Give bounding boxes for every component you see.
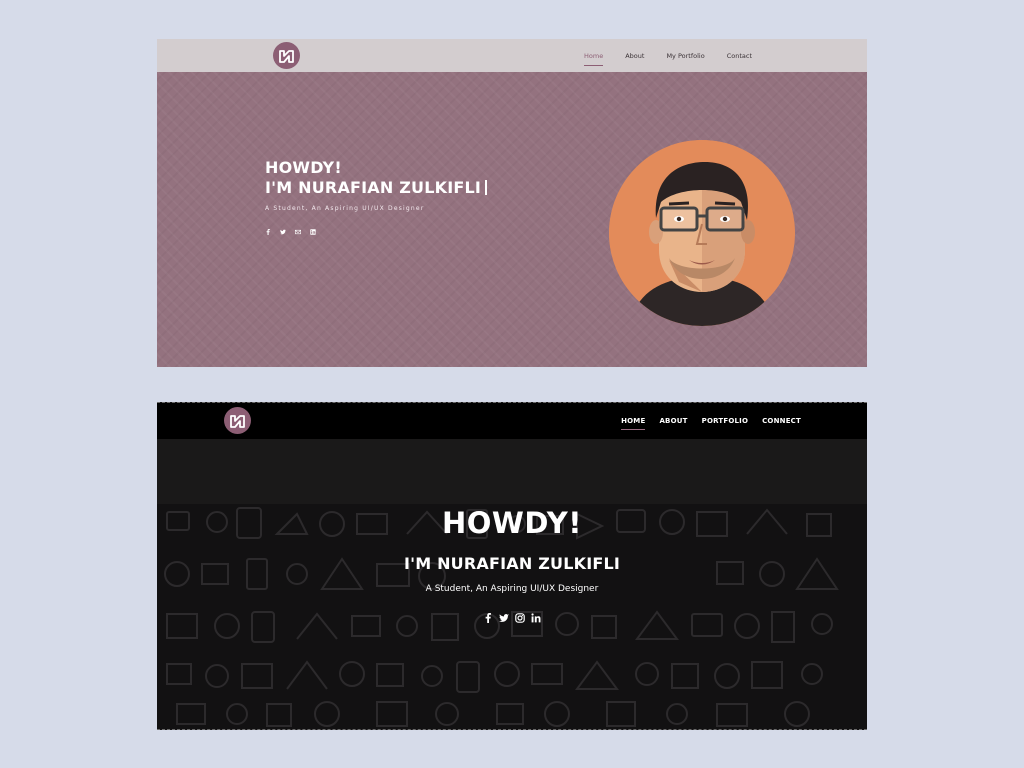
logo[interactable] <box>273 42 300 69</box>
nav-item-home[interactable]: HOME <box>621 417 646 430</box>
nav-item-about[interactable]: About <box>625 52 644 60</box>
navbar: HOME ABOUT PORTFOLIO CONNECT <box>157 403 867 439</box>
nav-item-connect[interactable]: CONNECT <box>762 417 801 425</box>
nav-item-contact[interactable]: Contact <box>727 52 752 60</box>
hero-name: I'M NURAFIAN ZULKIFLI <box>403 554 621 573</box>
navbar: Home About My Portfolio Contact <box>157 39 867 72</box>
hero-section: HOWDY! I'M NURAFIAN ZULKIFLI A Student, … <box>157 72 867 367</box>
hero-name: I'M NURAFIAN ZULKIFLI <box>265 178 482 197</box>
dark-theme-mockup: HOME ABOUT PORTFOLIO CONNECT HOWDY! I'M … <box>157 402 867 730</box>
avatar <box>609 140 795 326</box>
hero-greeting: HOWDY! <box>265 158 342 177</box>
nav-item-home[interactable]: Home <box>584 52 604 66</box>
logo[interactable] <box>224 407 251 434</box>
avatar-illustration <box>609 140 795 326</box>
nav-item-portfolio[interactable]: PORTFOLIO <box>702 417 748 425</box>
nav-item-about[interactable]: ABOUT <box>659 417 687 425</box>
facebook-icon[interactable] <box>483 613 493 623</box>
header-band <box>157 439 867 504</box>
logo-mark-icon <box>230 415 245 428</box>
nav-menu: Home About My Portfolio Contact <box>562 39 752 72</box>
linkedin-icon[interactable] <box>531 613 541 623</box>
hero-subtitle: A Student, An Aspiring UI/UX Designer <box>425 584 599 594</box>
hero-greeting: HOWDY! <box>441 506 583 540</box>
mail-icon[interactable] <box>295 229 301 235</box>
social-links <box>265 229 316 235</box>
hero-heading: HOWDY! I'M NURAFIAN ZULKIFLI <box>265 158 488 198</box>
typing-cursor <box>485 180 488 195</box>
logo-mark-icon <box>279 50 294 63</box>
facebook-icon[interactable] <box>265 229 271 235</box>
twitter-icon[interactable] <box>280 229 286 235</box>
nav-item-portfolio[interactable]: My Portfolio <box>666 52 704 60</box>
twitter-icon[interactable] <box>499 613 509 623</box>
linkedin-icon[interactable] <box>310 229 316 235</box>
nav-menu: HOME ABOUT PORTFOLIO CONNECT <box>607 403 801 439</box>
social-links <box>157 613 867 623</box>
light-theme-mockup: Home About My Portfolio Contact HOWDY! I… <box>157 39 867 367</box>
hero-subtitle: A Student, An Aspiring UI/UX Designer <box>265 205 425 212</box>
instagram-icon[interactable] <box>515 613 525 623</box>
